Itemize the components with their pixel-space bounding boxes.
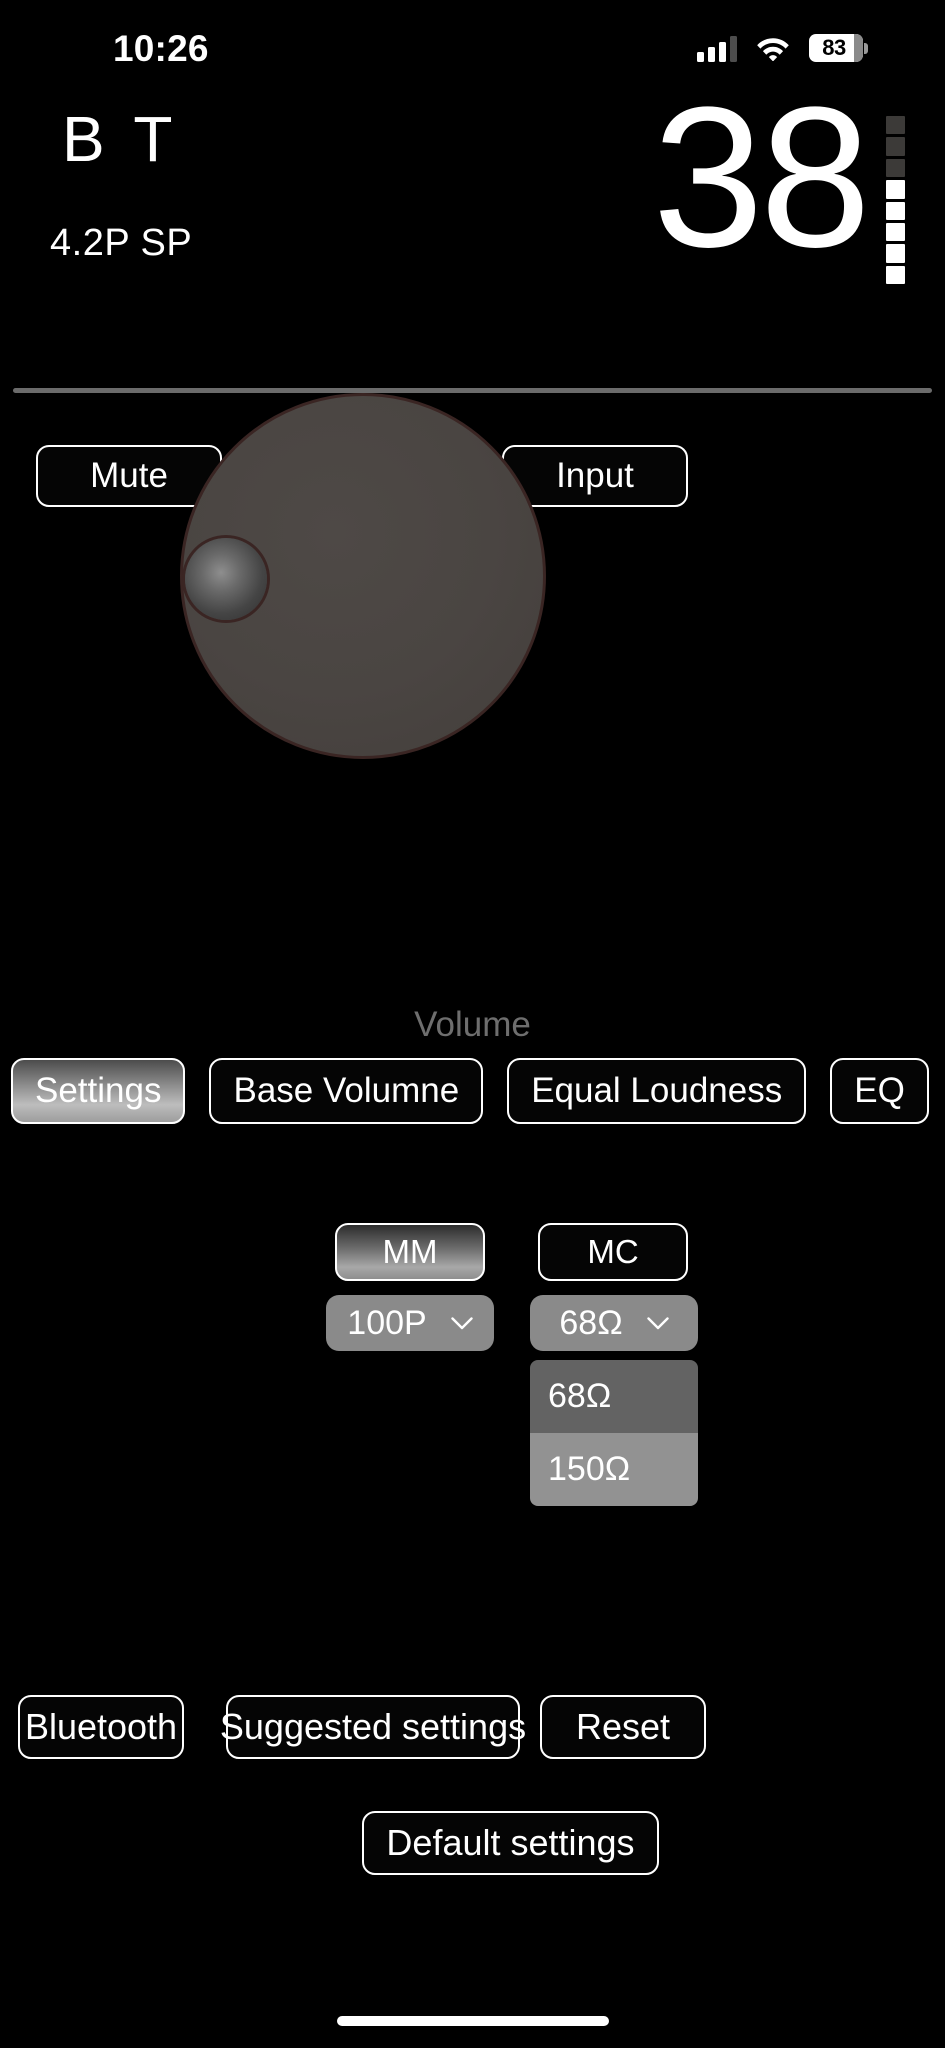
volume-meter-segment — [886, 201, 905, 220]
volume-meter-segment — [886, 265, 905, 284]
battery-level-fill — [854, 34, 863, 62]
battery-icon: 83 — [809, 34, 868, 62]
tab-equal-loudness[interactable]: Equal Loudness — [507, 1058, 807, 1124]
capacitance-value: 100P — [347, 1303, 427, 1342]
battery-percent-label: 83 — [822, 35, 846, 60]
suggested-settings-button[interactable]: Suggested settings — [220, 1695, 526, 1759]
cartridge-type-mm-button[interactable]: MM — [335, 1223, 485, 1281]
status-bar-clock: 10:26 — [113, 27, 209, 69]
volume-meter-segment — [886, 137, 905, 156]
volume-meter-segment — [886, 116, 905, 135]
settings-tab-bar[interactable]: Settings Base Volumne Equal Loudness EQ — [11, 1058, 929, 1124]
status-bar-indicators: 83 — [697, 34, 868, 62]
volume-knob-indicator[interactable] — [185, 538, 267, 620]
tab-base-volumne[interactable]: Base Volumne — [209, 1058, 484, 1124]
default-settings-button[interactable]: Default settings — [362, 1811, 659, 1875]
home-indicator[interactable] — [336, 2016, 609, 2026]
impedance-option[interactable]: 68Ω — [530, 1360, 698, 1433]
volume-knob[interactable] — [180, 393, 546, 759]
impedance-dropdown-menu[interactable]: 68Ω 150Ω — [530, 1360, 698, 1506]
volume-meter-segment — [886, 158, 905, 178]
impedance-dropdown[interactable]: 68Ω — [530, 1295, 698, 1351]
volume-meter-segment — [886, 244, 905, 263]
cartridge-type-mc-button[interactable]: MC — [538, 1223, 688, 1281]
cellular-signal-icon — [697, 34, 737, 62]
device-subtitle: 4.2P SP — [50, 222, 193, 264]
reset-button[interactable]: Reset — [540, 1695, 706, 1759]
device-header: B T 4.2P SP 38 — [0, 78, 945, 390]
chevron-down-icon — [646, 1316, 669, 1329]
battery-cap — [864, 43, 868, 54]
volume-level-meter — [886, 116, 905, 284]
chevron-down-icon — [451, 1316, 473, 1329]
volume-knob-label: Volume — [414, 1005, 531, 1044]
capacitance-dropdown[interactable]: 100P — [326, 1295, 494, 1351]
volume-readout: 38 — [652, 66, 871, 289]
tab-eq[interactable]: EQ — [830, 1058, 929, 1124]
impedance-option[interactable]: 150Ω — [530, 1433, 698, 1506]
wifi-icon — [757, 38, 789, 61]
device-name: B T — [62, 103, 179, 175]
bluetooth-button[interactable]: Bluetooth — [18, 1695, 184, 1759]
volume-meter-segment — [886, 180, 905, 199]
volume-meter-segment — [886, 222, 905, 242]
impedance-value: 68Ω — [559, 1303, 623, 1342]
tab-settings[interactable]: Settings — [11, 1058, 186, 1124]
